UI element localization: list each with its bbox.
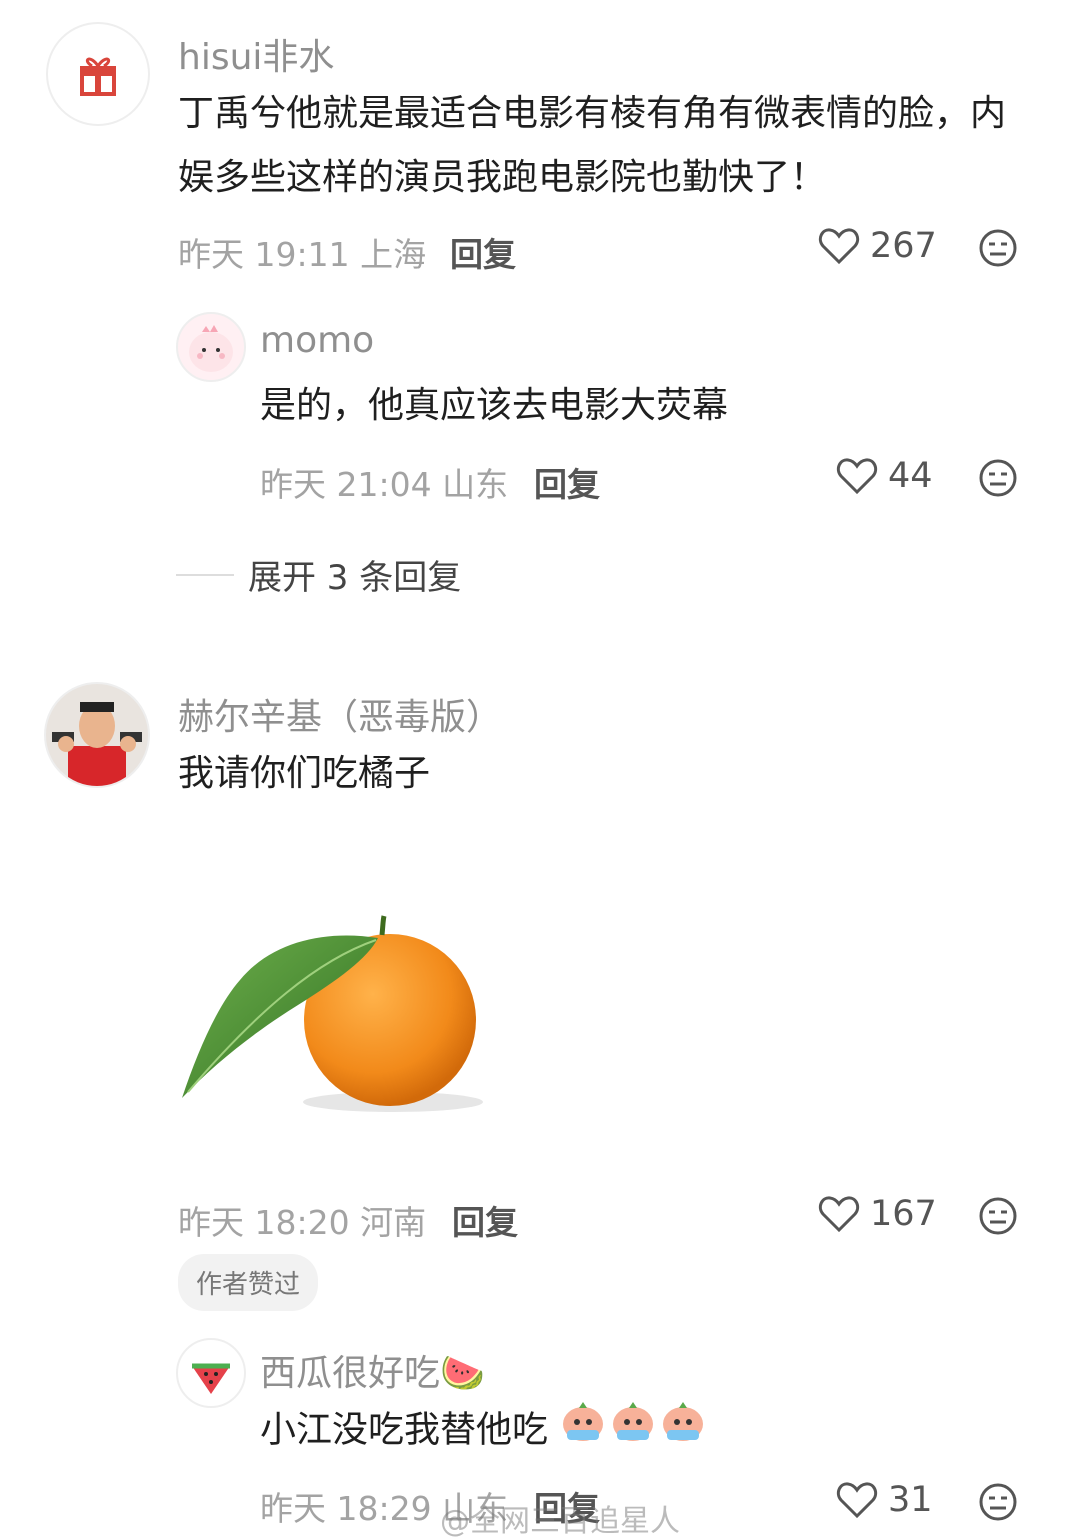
crying-peach-emoji [559, 1398, 709, 1465]
reply-username[interactable]: momo [260, 320, 374, 361]
reply-text-content: 小江没吃我替他吃 [260, 1409, 549, 1451]
like-button[interactable]: 44 [836, 456, 933, 496]
expand-replies-button[interactable]: 展开 3 条回复 [176, 550, 461, 599]
heart-icon [818, 228, 860, 265]
reply-location: 山东 [442, 465, 509, 504]
expand-label: 展开 3 条回复 [248, 558, 462, 598]
dislike-icon[interactable] [978, 1482, 1018, 1522]
dislike-icon[interactable] [978, 228, 1018, 268]
comment-location: 上海 [360, 235, 427, 274]
reply-username[interactable]: 西瓜很好吃🍉 [260, 1344, 485, 1396]
like-count: 31 [888, 1480, 933, 1520]
reply-meta: 昨天 21:04 山东 [260, 458, 508, 506]
comment-username[interactable]: 赫尔辛基（恶毒版） [178, 688, 502, 740]
like-count: 167 [870, 1194, 937, 1234]
author-liked-badge: 作者赞过 [178, 1254, 319, 1311]
comment-text: 我请你们吃橘子 [178, 753, 431, 794]
gift-icon [80, 57, 116, 96]
watermark: @全网三百追星人 [440, 1504, 680, 1539]
like-button[interactable]: 267 [818, 226, 937, 266]
comment-username[interactable]: hisui非水 [178, 28, 334, 80]
dislike-icon[interactable] [978, 1196, 1018, 1236]
dislike-icon[interactable] [978, 458, 1018, 498]
pink-dino-avatar [189, 325, 233, 372]
reply-button[interactable]: 回复 [534, 458, 600, 506]
heart-icon [818, 1196, 860, 1233]
like-button[interactable]: 167 [818, 1194, 937, 1234]
avatar-helsinki[interactable] [44, 682, 150, 788]
comment-location: 河南 [360, 1203, 427, 1242]
like-count: 267 [870, 226, 937, 266]
comment-time: 昨天 19:11 [178, 235, 350, 274]
comment-time: 昨天 18:20 [178, 1203, 350, 1242]
reply-text: 小江没吃我替他吃 [260, 1398, 1000, 1465]
expand-divider [176, 573, 234, 576]
man-with-guns-avatar [52, 702, 142, 786]
tangerine-image [182, 915, 483, 1112]
avatar-watermelon[interactable] [176, 1338, 246, 1408]
like-count: 44 [888, 456, 933, 496]
like-button[interactable]: 31 [836, 1480, 933, 1520]
reply-button[interactable]: 回复 [452, 1196, 518, 1244]
comment-meta: 昨天 19:11 上海 [178, 228, 426, 276]
avatar-momo[interactable] [176, 312, 246, 382]
reply-time: 昨天 18:29 [260, 1489, 432, 1528]
heart-icon [836, 458, 878, 495]
reply-button[interactable]: 回复 [450, 228, 516, 276]
heart-icon [836, 1482, 878, 1519]
comment-meta: 昨天 18:20 河南 [178, 1196, 426, 1244]
reply-text: 是的，他真应该去电影大荧幕 [260, 385, 729, 426]
watermelon-icon [192, 1363, 230, 1394]
comment-image[interactable] [178, 840, 522, 1152]
avatar-hisui[interactable] [46, 22, 150, 126]
comment-text: 丁禹兮他就是最适合电影有棱有角有微表情的脸，内娱多些这样的演员我跑电影院也勤快了… [178, 93, 1007, 198]
reply-time: 昨天 21:04 [260, 465, 432, 504]
